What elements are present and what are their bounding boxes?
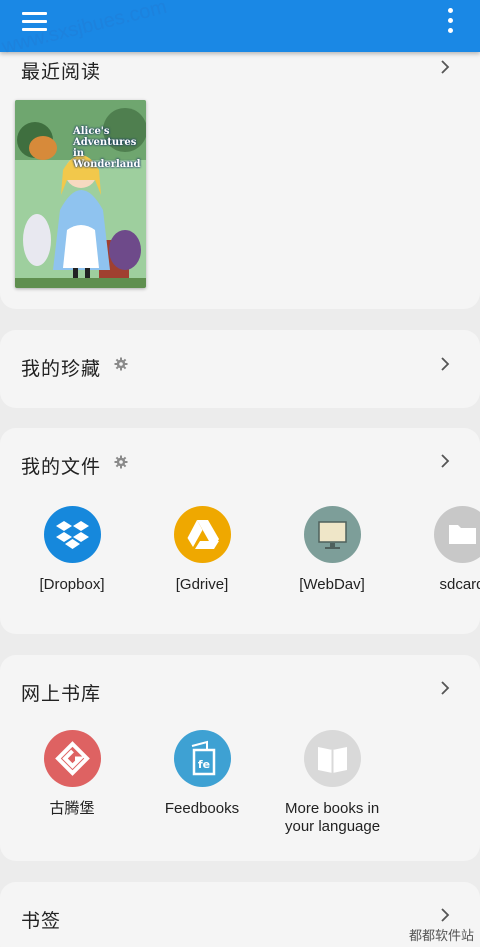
file-item-label: [Dropbox]: [39, 576, 105, 593]
bookmarks-title: 书签: [21, 911, 62, 932]
chevron-right-icon[interactable]: [438, 681, 452, 695]
library-item-label: More books in your language: [267, 800, 397, 836]
chevron-right-icon[interactable]: [438, 357, 452, 371]
library-item-more-books[interactable]: More books in your language: [267, 730, 397, 836]
gear-icon[interactable]: [114, 455, 128, 469]
library-item-gutenberg[interactable]: 古腾堡: [7, 730, 137, 818]
svg-text:fe: fe: [197, 758, 209, 771]
book-cover-title: Alice's Adventures in Wonderland: [73, 126, 141, 170]
label-line: your language: [285, 818, 381, 835]
online-title[interactable]: 网上书库: [21, 679, 101, 706]
gdrive-icon: [173, 506, 231, 563]
gear-icon[interactable]: [114, 357, 128, 371]
file-item-webdav[interactable]: [WebDav]: [267, 506, 397, 594]
chevron-right-icon[interactable]: [438, 908, 452, 922]
files-card: 我的文件 [Dropbox] [Gdrive] [WebDav] sdcar: [0, 428, 480, 634]
open-book-icon: [303, 730, 361, 787]
feedbooks-icon: fe: [173, 730, 231, 787]
file-item-label: [Gdrive]: [175, 576, 229, 593]
chevron-right-icon[interactable]: [438, 60, 452, 74]
favorites-card[interactable]: 我的珍藏: [0, 330, 480, 408]
corner-brand: 都都软件站: [408, 928, 474, 943]
book-cover[interactable]: Alice's Adventures in Wonderland: [15, 100, 146, 288]
library-item-label: 古腾堡: [49, 800, 95, 817]
library-item-feedbooks[interactable]: fe Feedbooks: [137, 730, 267, 818]
file-item-label: [WebDav]: [299, 576, 365, 593]
dropbox-icon: [43, 506, 101, 563]
recent-title[interactable]: 最近阅读: [21, 57, 101, 84]
file-item-label: sdcard: [439, 576, 480, 593]
more-vert-icon[interactable]: [444, 8, 456, 34]
file-item-gdrive[interactable]: [Gdrive]: [137, 506, 267, 594]
gutenberg-icon: [43, 730, 101, 787]
files-title[interactable]: 我的文件: [21, 452, 101, 479]
webdav-icon: [303, 506, 361, 563]
online-card: 网上书库 古腾堡 fe Feedbooks More books in your…: [0, 655, 480, 861]
library-item-label: Feedbooks: [164, 800, 240, 817]
recent-card: 最近阅读 Alice's Adventures in Wonderland: [0, 30, 480, 309]
file-item-sdcard[interactable]: sdcard: [397, 506, 480, 594]
chevron-right-icon[interactable]: [438, 454, 452, 468]
label-line: More books in: [285, 800, 380, 817]
file-item-dropbox[interactable]: [Dropbox]: [7, 506, 137, 594]
favorites-title: 我的珍藏: [21, 359, 102, 380]
folder-icon: [433, 506, 480, 563]
